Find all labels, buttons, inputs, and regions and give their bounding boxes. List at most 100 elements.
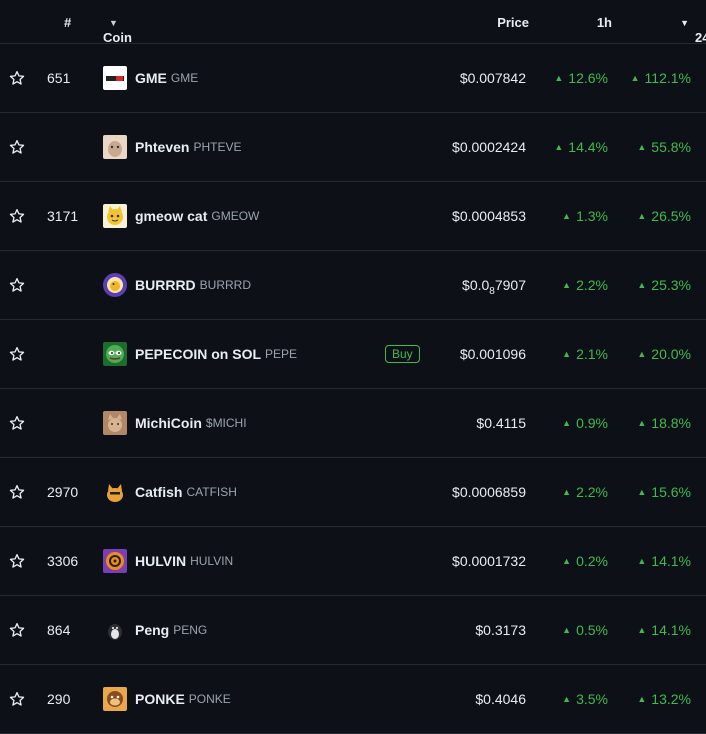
rank-column-header[interactable]: # (64, 15, 71, 30)
catfish-logo (103, 480, 127, 504)
coin-symbol: PHTEVE (193, 140, 242, 154)
coin-symbol: $MICHI (205, 416, 247, 430)
coin-link[interactable]: Catfish CATFISH (103, 480, 237, 504)
table-row[interactable]: BURRRD BURRRD $0.087907 ▲ 2.2% ▲ 25.3% (0, 251, 706, 320)
coin-price: $0.001096 (460, 346, 526, 362)
table-row[interactable]: 3171 gmeow cat GMEOW $0.0004853 ▲ 1.3% ▲ 2… (0, 182, 706, 251)
coin-link[interactable]: gmeow cat GMEOW (103, 204, 259, 228)
table-row[interactable]: 2970 Catfish CATFISH $0.0006859 ▲ 2.2% ▲ 1… (0, 458, 706, 527)
star-icon[interactable] (9, 553, 25, 569)
pepe-logo (103, 342, 127, 366)
table-row[interactable]: 864 Peng PENG $0.3173 ▲ 0.5% ▲ 14.1% (0, 596, 706, 665)
change-1h: ▲ 2.2% (562, 484, 608, 500)
coin-name: Phteven (135, 139, 190, 155)
sort-desc-icon: ▼ (680, 18, 689, 28)
table-row[interactable]: 651 GME GME $0.007842 ▲ 12.6% ▲ 112.1% (0, 44, 706, 113)
caret-up-icon: ▲ (562, 280, 572, 290)
caret-up-icon: ▲ (637, 625, 647, 635)
change-1h-value: 3.5% (576, 691, 608, 707)
star-icon[interactable] (9, 415, 25, 431)
coin-price: $0.007842 (460, 70, 526, 86)
coin-price: $0.4115 (476, 415, 526, 431)
coin-header-label: Coin (103, 30, 132, 45)
table-row[interactable]: MichiCoin $MICHI $0.4115 ▲ 0.9% ▲ 18.8% (0, 389, 706, 458)
change-24h-value: 18.8% (651, 415, 691, 431)
table-row[interactable]: Phteven PHTEVE $0.0002424 ▲ 14.4% ▲ 55.8% (0, 113, 706, 182)
coin-name: HULVIN (135, 553, 187, 569)
monkey-logo (103, 687, 127, 711)
change-24h-value: 14.1% (651, 622, 691, 638)
caret-up-icon: ▲ (554, 142, 564, 152)
cat-face-logo (103, 204, 127, 228)
change-24h-value: 25.3% (651, 277, 691, 293)
table-row[interactable]: 3306 HULVIN HULVIN $0.0001732 ▲ 0.2% ▲ 14.… (0, 527, 706, 596)
coin-link[interactable]: Phteven PHTEVE (103, 135, 241, 159)
star-icon[interactable] (9, 208, 25, 224)
1h-column-header[interactable]: 1h (597, 15, 612, 30)
star-icon[interactable] (9, 70, 25, 86)
change-1h-value: 12.6% (568, 70, 608, 86)
price-text: $0.001096 (459, 346, 526, 362)
star-icon[interactable] (9, 622, 25, 638)
coin-link[interactable]: MichiCoin $MICHI (103, 411, 247, 435)
change-1h-value: 0.5% (576, 622, 608, 638)
coin-link[interactable]: PONKE PONKE (103, 687, 231, 711)
24h-header-label: 24h (695, 30, 706, 45)
penguin-logo (103, 618, 127, 642)
change-1h-value: 2.1% (576, 346, 608, 362)
price-text: $0.0006859 (452, 484, 526, 500)
star-icon[interactable] (9, 277, 25, 293)
coin-symbol: PEPE (265, 347, 298, 361)
coin-link[interactable]: HULVIN HULVIN (103, 549, 233, 573)
coin-name: Catfish (135, 484, 183, 500)
star-icon[interactable] (9, 346, 25, 362)
buy-button[interactable]: Buy (385, 345, 420, 363)
change-1h-value: 2.2% (576, 277, 608, 293)
price-text: $0.3173 (475, 622, 526, 638)
price-text: $0.0004853 (452, 208, 526, 224)
coin-name: Peng (135, 622, 170, 638)
coin-price: $0.0006859 (452, 484, 526, 500)
coin-link[interactable]: BURRRD BURRRD (103, 273, 251, 297)
change-24h: ▲ 15.6% (637, 484, 691, 500)
caret-up-icon: ▲ (554, 73, 564, 83)
change-1h: ▲ 2.1% (562, 346, 608, 362)
coin-price: $0.4046 (475, 691, 526, 707)
coin-symbol: GMEOW (211, 209, 260, 223)
coin-name: BURRRD (135, 277, 196, 293)
price-text: $0.0002424 (452, 139, 526, 155)
caret-up-icon: ▲ (562, 694, 572, 704)
change-1h: ▲ 12.6% (554, 70, 608, 86)
table-row[interactable]: PEPECOIN on SOL PEPE Buy $0.001096 ▲ 2.1%… (0, 320, 706, 389)
change-1h-value: 2.2% (576, 484, 608, 500)
caret-up-icon: ▲ (637, 487, 647, 497)
star-icon[interactable] (9, 139, 25, 155)
price-text: $0.4046 (475, 691, 526, 707)
coin-symbol: PONKE (188, 692, 231, 706)
coin-link[interactable]: Peng PENG (103, 618, 207, 642)
change-1h: ▲ 3.5% (562, 691, 608, 707)
price-column-header[interactable]: Price (497, 15, 529, 30)
coin-rank: 3306 (47, 553, 79, 569)
coin-rank: 864 (47, 622, 71, 638)
coin-link[interactable]: PEPECOIN on SOL PEPE (103, 342, 297, 366)
change-1h: ▲ 14.4% (554, 139, 608, 155)
caret-up-icon: ▲ (637, 418, 647, 428)
caret-up-icon: ▲ (562, 556, 572, 566)
caret-up-icon: ▲ (630, 73, 640, 83)
star-icon[interactable] (9, 484, 25, 500)
change-24h-value: 26.5% (651, 208, 691, 224)
coin-column-header[interactable]: Coin ▼ (103, 15, 132, 45)
caret-up-icon: ▲ (637, 349, 647, 359)
change-1h: ▲ 0.2% (562, 553, 608, 569)
price-prefix: $0.0 (462, 277, 490, 293)
table-row[interactable]: 290 PONKE PONKE $0.4046 ▲ 3.5% ▲ 13.2% (0, 665, 706, 734)
coin-link[interactable]: GME GME (103, 66, 198, 90)
coin-symbol: CATFISH (186, 485, 237, 499)
24h-column-header[interactable]: ▼ 24h (680, 15, 706, 45)
star-icon[interactable] (9, 691, 25, 707)
price-text: $0.007842 (459, 70, 526, 86)
dog-logo (103, 135, 127, 159)
change-24h-value: 112.1% (644, 70, 691, 86)
change-1h-value: 14.4% (568, 139, 608, 155)
